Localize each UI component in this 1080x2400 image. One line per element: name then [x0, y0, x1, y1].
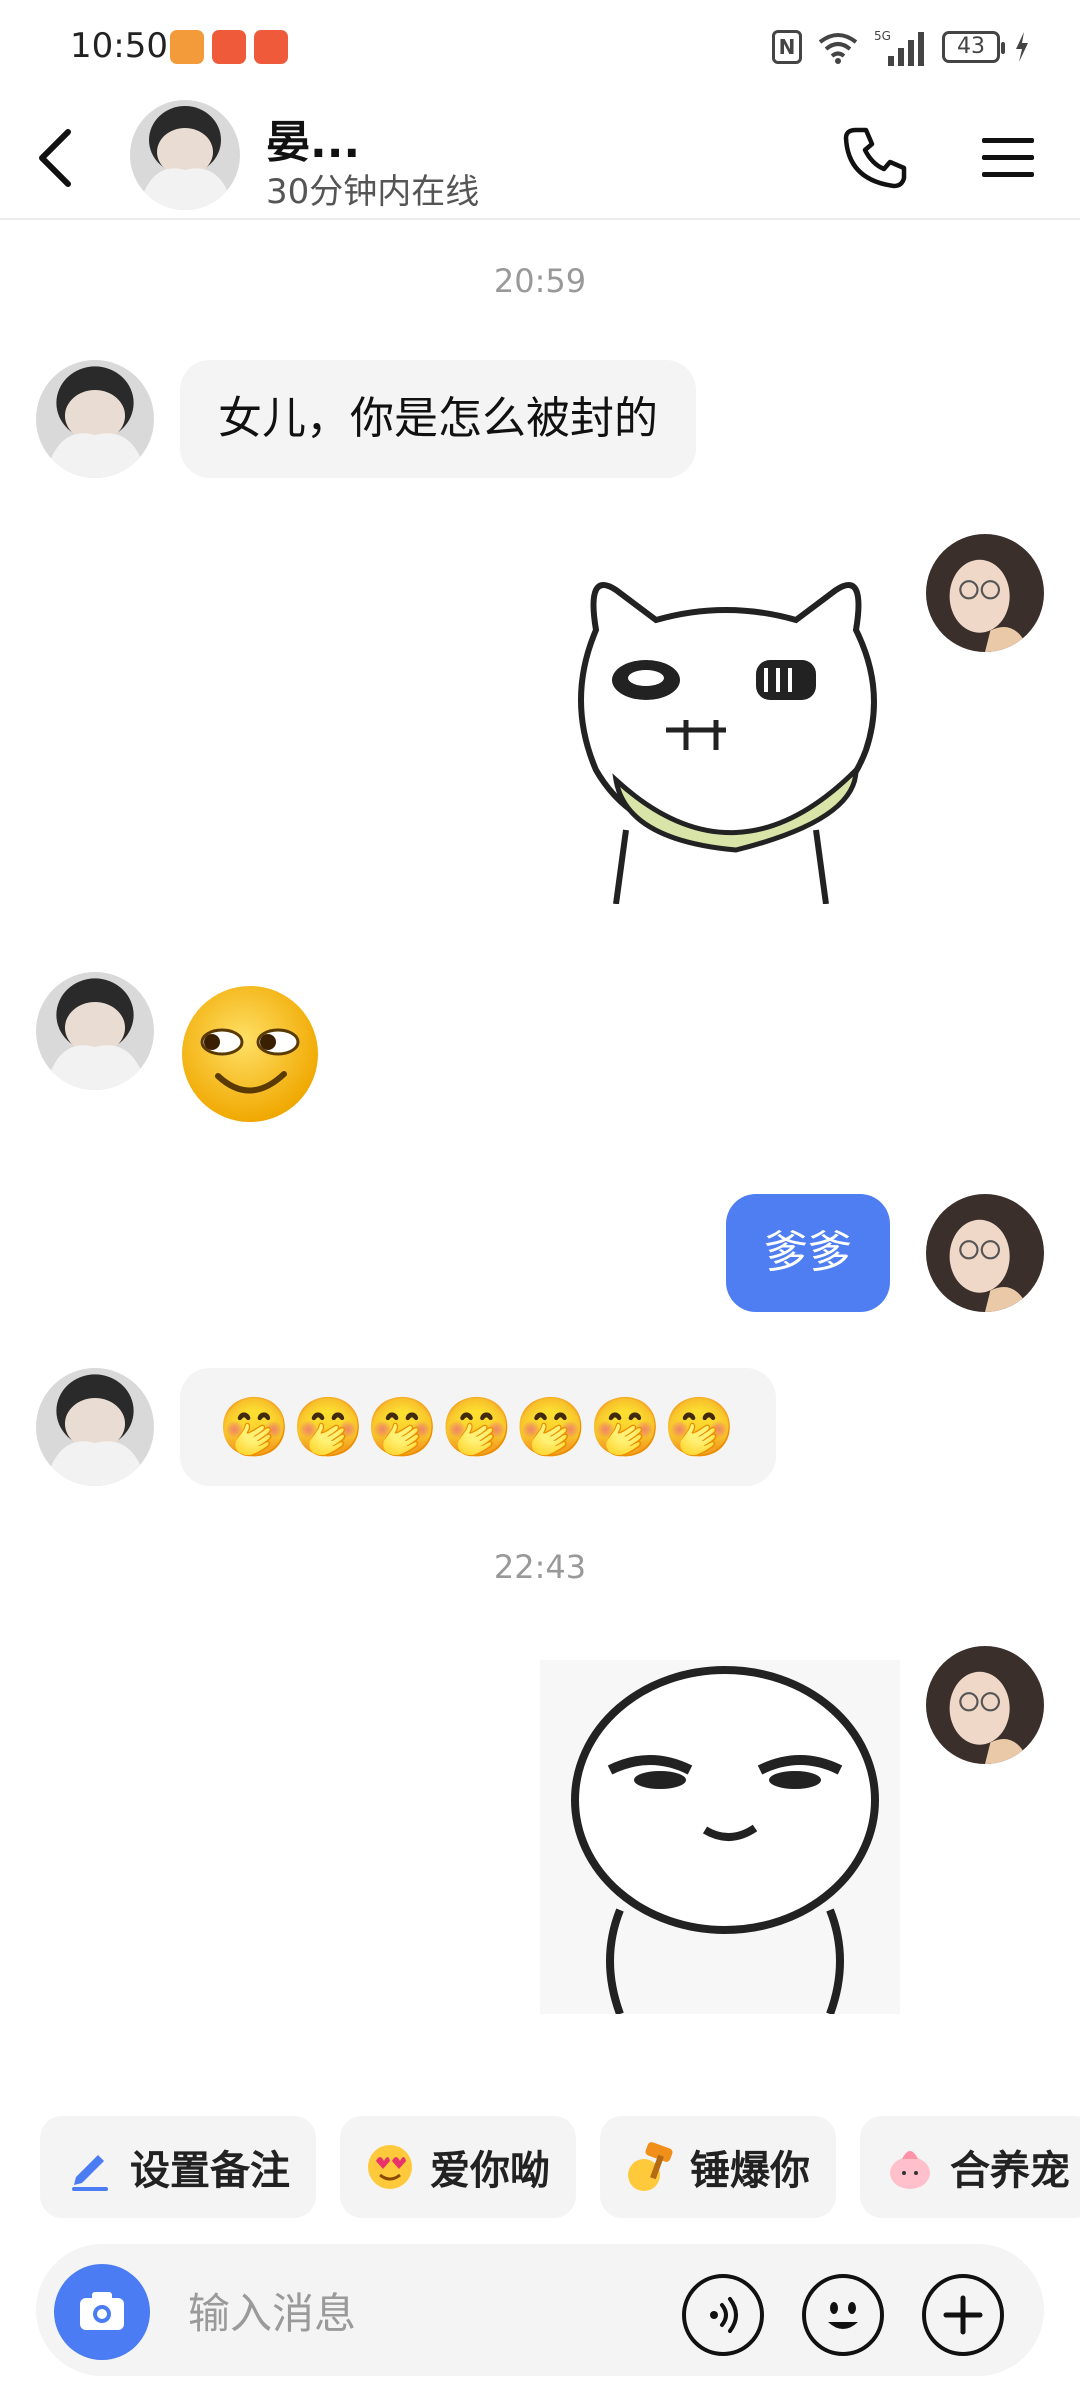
- co-raise-pet-chip[interactable]: 合养宠: [860, 2116, 1080, 2218]
- message-input-bar: [36, 2244, 1044, 2376]
- love-you-chip[interactable]: 爱你呦: [340, 2116, 576, 2218]
- smirk-emoji-sticker[interactable]: [180, 984, 320, 1124]
- message-input[interactable]: [186, 2272, 690, 2354]
- message-bubble-outgoing[interactable]: 爹爹: [726, 1194, 890, 1312]
- app-notification-icon: [212, 30, 246, 64]
- network-type-label: 5G: [874, 29, 891, 43]
- camera-button[interactable]: [54, 2264, 150, 2360]
- plus-icon: [943, 2295, 983, 2335]
- status-time: 10:50: [70, 26, 168, 66]
- app-notification-icon: [170, 30, 204, 64]
- nfc-icon: N: [772, 30, 802, 64]
- chip-label: 合养宠: [950, 2148, 1070, 2194]
- emoji-button[interactable]: [802, 2274, 884, 2356]
- hammer-chip[interactable]: 锤爆你: [600, 2116, 836, 2218]
- smug-face-sticker[interactable]: [540, 1660, 900, 2014]
- my-avatar[interactable]: [926, 1646, 1044, 1764]
- message-timestamp: 22:43: [493, 1548, 587, 1586]
- my-avatar[interactable]: [926, 534, 1044, 652]
- charging-icon: [1016, 32, 1028, 62]
- notification-icons: [170, 30, 288, 64]
- chip-label: 爱你呦: [430, 2148, 550, 2194]
- pet-icon: [890, 2151, 930, 2189]
- more-plus-button[interactable]: [922, 2274, 1004, 2356]
- signal-icon: 5G: [874, 29, 924, 66]
- smiley-icon: [828, 2302, 858, 2329]
- my-avatar[interactable]: [926, 1194, 1044, 1312]
- quick-actions-bar: 设置备注 爱你呦 锤爆你 合养宠: [40, 2116, 1080, 2218]
- app-notification-icon: [254, 30, 288, 64]
- contact-avatar[interactable]: [130, 100, 240, 210]
- chat-header: 晏... 30分钟内在线: [0, 100, 1080, 220]
- message-bubble-incoming[interactable]: 🤭🤭🤭🤭🤭🤭🤭: [180, 1368, 776, 1486]
- voice-icon: [710, 2297, 738, 2333]
- hammer-icon: [628, 2142, 673, 2191]
- cat-sticker[interactable]: [556, 560, 896, 904]
- camera-icon: [80, 2292, 124, 2330]
- status-bar: 10:50 N 5G 43: [0, 0, 1080, 100]
- chip-label: 设置备注: [130, 2148, 290, 2194]
- pencil-icon: [72, 2155, 108, 2191]
- message-timestamp: 20:59: [493, 262, 587, 300]
- menu-icon[interactable]: [978, 128, 1038, 188]
- back-button[interactable]: [26, 122, 86, 194]
- voice-button[interactable]: [682, 2274, 764, 2356]
- contact-avatar[interactable]: [36, 972, 154, 1090]
- contact-name: 晏...: [266, 117, 361, 168]
- phone-call-icon[interactable]: [842, 124, 908, 190]
- online-status: 30分钟内在线: [266, 172, 480, 212]
- battery-level: 43: [957, 34, 985, 59]
- message-bubble-incoming[interactable]: 女儿，你是怎么被封的: [180, 360, 696, 478]
- battery-icon: 43: [942, 31, 1005, 63]
- set-remark-chip[interactable]: 设置备注: [40, 2116, 316, 2218]
- chip-label: 锤爆你: [690, 2148, 810, 2194]
- wifi-icon: [818, 33, 858, 64]
- contact-avatar[interactable]: [36, 360, 154, 478]
- contact-avatar[interactable]: [36, 1368, 154, 1486]
- heart-face-icon: [368, 2145, 412, 2189]
- status-indicators: N 5G 43: [772, 28, 1030, 66]
